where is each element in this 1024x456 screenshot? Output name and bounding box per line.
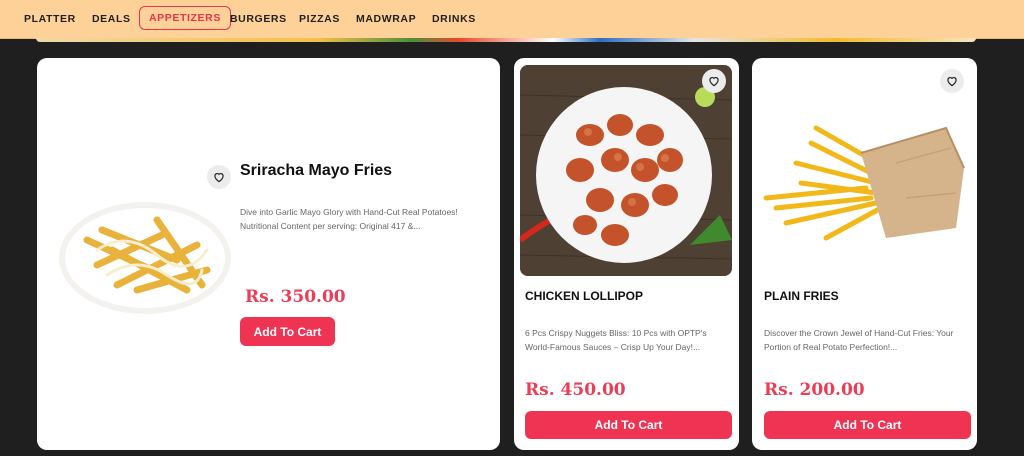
product-image-plain-fries[interactable] — [756, 108, 971, 258]
product-description: Discover the Crown Jewel of Hand-Cut Fri… — [764, 328, 954, 352]
wishlist-button[interactable] — [940, 69, 964, 93]
product-description: 6 Pcs Crispy Nuggets Bliss: 10 Pcs with … — [525, 328, 707, 352]
nav-item-madwrap[interactable]: MADWRAP — [356, 13, 416, 25]
nav-item-deals[interactable]: DEALS — [92, 13, 131, 25]
product-price: Rs. 450.00 — [525, 380, 626, 400]
product-price: Rs. 200.00 — [764, 380, 865, 400]
heart-icon — [947, 77, 957, 87]
heart-icon — [709, 77, 719, 87]
add-to-cart-button[interactable]: Add To Cart — [240, 317, 335, 346]
add-to-cart-button[interactable]: Add To Cart — [764, 411, 971, 439]
category-nav: PLATTER DEALS APPETIZERS BURGERS PIZZAS … — [0, 0, 1024, 39]
product-description: Dive into Garlic Mayo Glory with Hand-Cu… — [240, 207, 458, 231]
product-image-sriracha-mayo-fries[interactable] — [57, 190, 235, 320]
banner-image-strip — [36, 38, 976, 42]
product-card-chicken-lollipop: CHICKEN LOLLIPOP 6 Pcs Crispy Nuggets Bl… — [514, 58, 739, 450]
heart-icon — [214, 173, 224, 183]
wishlist-button[interactable] — [702, 69, 726, 93]
product-title: CHICKEN LOLLIPOP — [525, 289, 644, 303]
product-price: Rs. 350.00 — [245, 287, 346, 307]
product-card-plain-fries: PLAIN FRIES Discover the Crown Jewel of … — [752, 58, 977, 450]
product-card-sriracha-mayo-fries: Sriracha Mayo Fries Dive into Garlic May… — [37, 58, 500, 450]
product-title: PLAIN FRIES — [764, 289, 839, 303]
add-to-cart-button[interactable]: Add To Cart — [525, 411, 732, 439]
product-image-chicken-lollipop[interactable] — [520, 65, 732, 276]
nav-item-platter[interactable]: PLATTER — [24, 13, 76, 25]
nav-item-drinks[interactable]: DRINKS — [432, 13, 476, 25]
nav-item-pizzas[interactable]: PIZZAS — [299, 13, 340, 25]
nav-item-burgers[interactable]: BURGERS — [230, 13, 287, 25]
product-title: Sriracha Mayo Fries — [240, 162, 393, 179]
wishlist-button[interactable] — [207, 165, 231, 189]
nav-item-appetizers[interactable]: APPETIZERS — [139, 6, 231, 30]
